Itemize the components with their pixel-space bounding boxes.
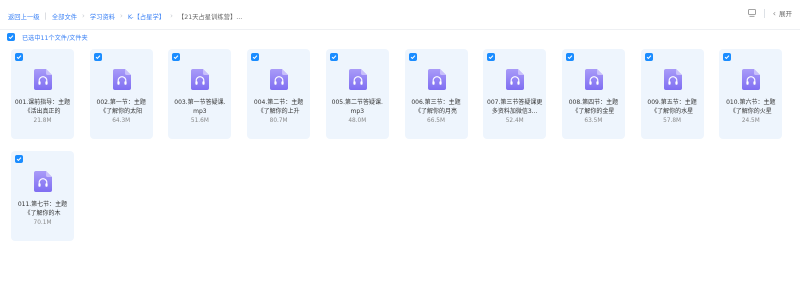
breadcrumb-current: 【21天占星训练营】... [177, 13, 243, 21]
breadcrumb-chevron-icon: › [170, 12, 173, 20]
audio-file-icon [742, 69, 761, 90]
file-checkbox[interactable] [565, 53, 574, 61]
file-name: 011.第七节：主题《了解你的木 [17, 201, 68, 217]
file-name: 001.课前指导：主题《活出真正的 [14, 99, 71, 115]
file-card[interactable]: 005.第二节答疑课.mp3 48.0M [325, 49, 389, 139]
file-card[interactable]: 006.第三节：主题《了解你的月亮 66.5M [404, 49, 468, 139]
expand-label: 展开 [779, 10, 792, 18]
file-card[interactable]: 010.第六节：主题《了解你的火星 24.5M [719, 49, 783, 139]
view-tools: ‹ 展开 [747, 8, 792, 19]
file-size: 80.7M [269, 118, 288, 124]
audio-file-icon [34, 171, 52, 192]
file-name: 007.第三节答疑课更多资料加微信3... [487, 99, 543, 115]
file-card[interactable]: 004.第二节：主题《了解你的上升 80.7M [247, 49, 311, 139]
top-bar: 返回上一级 | 全部文件 › 学习资料 › K-【占星学】 › 【21天占星训练… [0, 0, 800, 30]
file-card[interactable]: 011.第七节：主题《了解你的木 70.1M [11, 151, 74, 241]
audio-file-icon [427, 69, 446, 90]
file-size: 70.1M [33, 220, 52, 226]
audio-file-icon [584, 69, 603, 90]
breadcrumb-separator: | [44, 12, 47, 20]
audio-file-icon [34, 69, 52, 90]
selection-count-label: 已选中11个文件/文件夹 [22, 34, 88, 42]
file-name: 009.第五节：主题《了解你的水星 [647, 99, 697, 115]
file-size: 24.5M [741, 118, 760, 124]
file-checkbox[interactable] [93, 53, 102, 61]
file-checkbox[interactable] [172, 53, 181, 61]
file-size: 48.0M [348, 118, 367, 124]
file-size: 51.6M [190, 118, 209, 124]
file-card[interactable]: 009.第五节：主题《了解你的水星 57.8M [640, 49, 704, 139]
breadcrumb-study-link[interactable]: 学习资料 [90, 12, 115, 21]
file-card[interactable]: 002.第一节：主题《了解你的太阳 64.3M [89, 49, 153, 139]
file-size: 66.5M [427, 118, 445, 124]
breadcrumb-folder-link[interactable]: K-【占星学】 [128, 12, 165, 21]
breadcrumb: 返回上一级 | 全部文件 › 学习资料 › K-【占星学】 › 【21天占星训练… [8, 9, 242, 23]
file-checkbox[interactable] [15, 155, 23, 163]
file-checkbox[interactable] [487, 53, 496, 61]
file-card[interactable]: 003.第一节答疑课.mp3 51.6M [168, 49, 232, 139]
file-name: 004.第二节：主题《了解你的上升 [253, 99, 304, 115]
file-checkbox[interactable] [251, 53, 260, 61]
audio-file-icon [348, 69, 367, 90]
file-size: 64.3M [112, 118, 131, 124]
audio-file-icon [270, 69, 289, 90]
toolbar-divider [763, 8, 765, 18]
file-checkbox[interactable] [723, 53, 732, 61]
select-all-checkbox[interactable] [7, 33, 15, 41]
file-name: 006.第三节：主题《了解你的月亮 [411, 99, 461, 115]
audio-file-icon [506, 69, 525, 90]
expand-button[interactable]: ‹ 展开 [772, 8, 792, 19]
breadcrumb-all-files-link[interactable]: 全部文件 [52, 12, 77, 21]
file-name: 002.第一节：主题《了解你的太阳 [96, 99, 146, 115]
file-size: 52.4M [505, 118, 524, 124]
file-checkbox[interactable] [644, 53, 653, 61]
file-name: 010.第六节：主题《了解你的火星 [726, 99, 776, 115]
file-checkbox[interactable] [15, 53, 23, 61]
file-size: 63.5M [584, 118, 603, 124]
file-name: 003.第一节答疑课.mp3 [174, 99, 226, 115]
audio-file-icon [191, 69, 210, 90]
select-all-row: 已选中11个文件/文件夹 [7, 32, 88, 42]
file-card[interactable]: 001.课前指导：主题《活出真正的 21.8M [11, 49, 74, 139]
breadcrumb-chevron-icon: › [120, 12, 123, 20]
file-size: 21.8M [33, 118, 52, 124]
file-checkbox[interactable] [329, 53, 338, 61]
chevron-left-icon: ‹ [772, 8, 776, 18]
file-card[interactable]: 008.第四节：主题《了解你的金星 63.5M [561, 49, 625, 139]
file-name: 005.第二节答疑课.mp3 [331, 99, 383, 115]
breadcrumb-chevron-icon: › [82, 12, 85, 20]
file-size: 57.8M [663, 118, 682, 124]
file-checkbox[interactable] [408, 53, 417, 61]
file-card[interactable]: 007.第三节答疑课更多资料加微信3... 52.4M [483, 49, 547, 139]
file-name: 008.第四节：主题《了解你的金星 [568, 99, 619, 115]
breadcrumb-back-link[interactable]: 返回上一级 [8, 12, 39, 21]
audio-file-icon [112, 69, 131, 90]
grid-view-icon[interactable] [747, 9, 756, 17]
audio-file-icon [663, 69, 682, 90]
